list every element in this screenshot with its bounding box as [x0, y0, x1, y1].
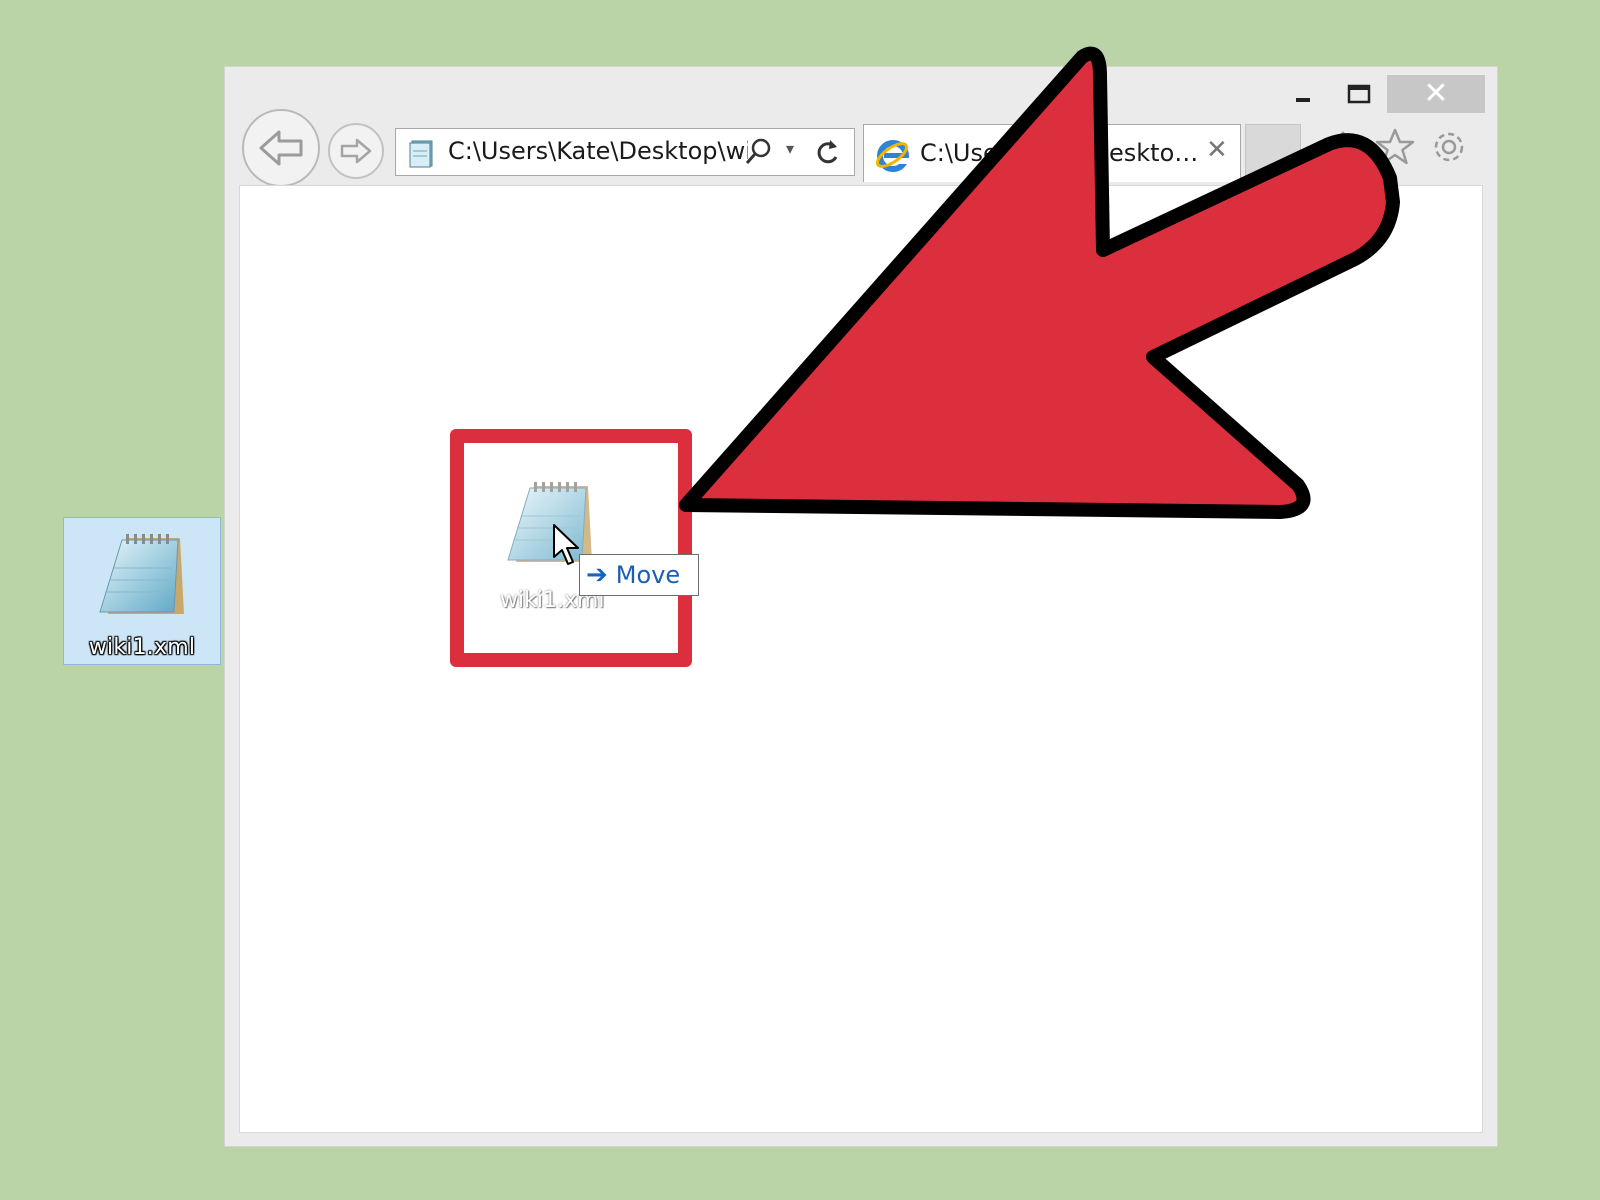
annotation-arrow	[679, 46, 1400, 519]
